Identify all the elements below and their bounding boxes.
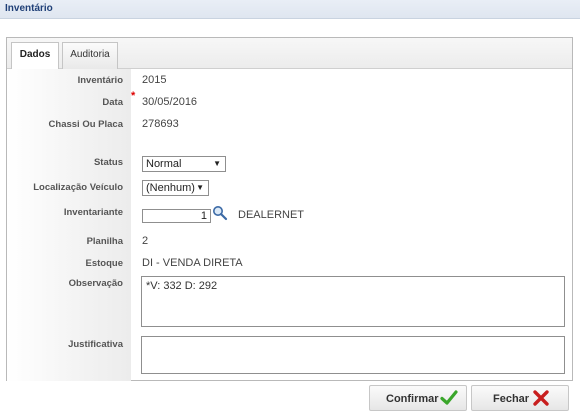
inventariante-input[interactable]: 1: [142, 209, 211, 223]
label-localizacao: Localização Veículo: [33, 182, 123, 193]
label-estoque: Estoque: [85, 258, 123, 269]
required-marker: *: [131, 90, 136, 102]
label-justificativa: Justificativa: [68, 339, 123, 350]
value-inventario: 2015: [142, 74, 167, 86]
label-observacao: Observação: [68, 278, 123, 289]
window-titlebar: Inventário: [0, 0, 580, 19]
dropdown-arrow-icon: ▼: [213, 159, 221, 168]
inventariante-name: DEALERNET: [238, 209, 305, 221]
label-status: Status: [93, 157, 123, 168]
window-title: Inventário: [5, 3, 53, 14]
form-panel: Dados Auditoria Inventário 2015 Data * 3…: [6, 37, 573, 381]
value-data: 30/05/2016: [142, 96, 198, 108]
close-icon: [532, 389, 550, 410]
observacao-textarea[interactable]: *V: 332 D: 292: [141, 276, 565, 327]
label-data: Data: [102, 97, 123, 108]
confirmar-button[interactable]: Confirmar: [369, 385, 467, 411]
label-inventario: Inventário: [77, 75, 123, 86]
localizacao-select-value: (Nenhum): [146, 182, 195, 194]
value-estoque: DI - VENDA DIRETA: [142, 257, 243, 269]
label-planilha: Planilha: [86, 236, 123, 247]
status-select[interactable]: Normal ▼: [142, 156, 226, 172]
localizacao-select[interactable]: (Nenhum) ▼: [142, 180, 209, 196]
tab-dados[interactable]: Dados: [11, 42, 59, 70]
fechar-button[interactable]: Fechar: [471, 385, 569, 411]
label-column: [7, 69, 131, 381]
tab-strip: Dados Auditoria: [7, 38, 572, 70]
justificativa-textarea[interactable]: [141, 336, 565, 374]
confirmar-label: Confirmar: [386, 393, 439, 405]
value-chassi: 278693: [142, 118, 179, 130]
value-planilha: 2: [142, 235, 149, 247]
check-icon: [440, 389, 458, 410]
status-select-value: Normal: [146, 158, 182, 170]
fechar-label: Fechar: [493, 393, 530, 405]
dropdown-arrow-icon: ▼: [196, 183, 204, 192]
label-chassi: Chassi Ou Placa: [48, 119, 123, 130]
label-inventariante: Inventariante: [63, 207, 123, 218]
search-icon[interactable]: [212, 205, 228, 221]
tab-auditoria[interactable]: Auditoria: [62, 42, 118, 69]
